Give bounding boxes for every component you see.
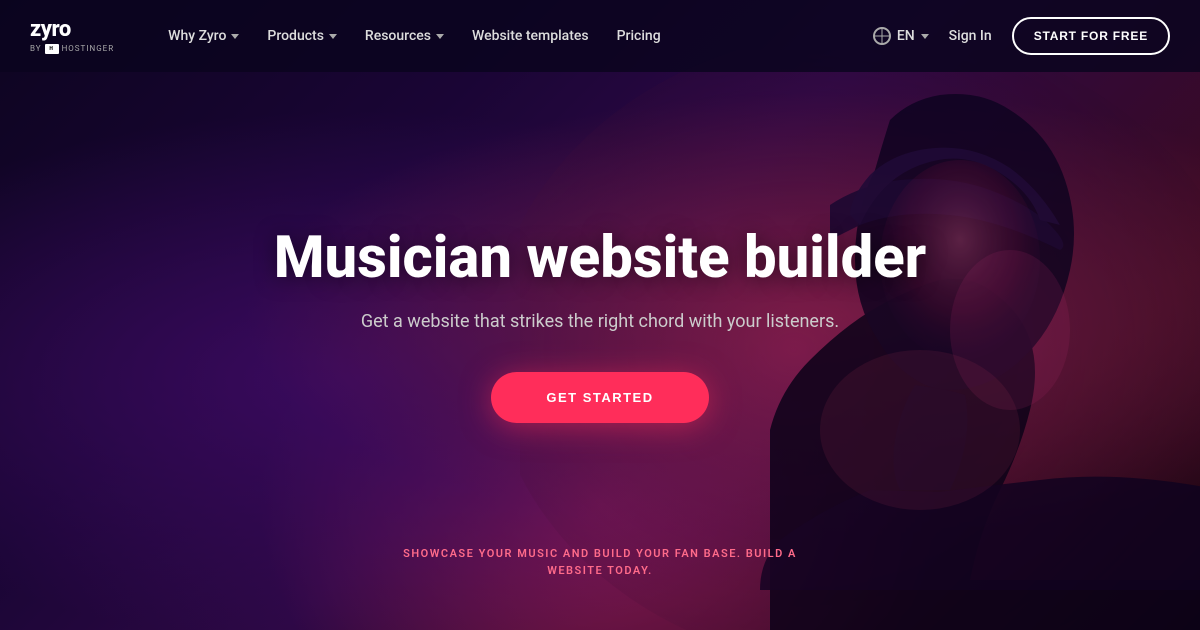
chevron-down-icon <box>436 34 444 39</box>
nav-item-why-zyro[interactable]: Why Zyro <box>154 20 253 52</box>
chevron-down-icon <box>921 34 929 39</box>
hero-content: Musician website builder Get a website t… <box>274 207 927 423</box>
get-started-button[interactable]: GET STARTED <box>491 372 708 423</box>
logo-text: zyro <box>30 19 114 41</box>
chevron-down-icon <box>231 34 239 39</box>
globe-icon <box>873 27 891 45</box>
hero-footer-tagline: SHOWCASE YOUR MUSIC AND BUILD YOUR FAN B… <box>403 545 797 580</box>
sign-in-button[interactable]: Sign In <box>945 20 996 52</box>
navbar: zyro BY H HOSTINGER Why Zyro Products Re… <box>0 0 1200 72</box>
start-for-free-button[interactable]: START FOR FREE <box>1012 17 1170 55</box>
hostinger-icon: H <box>45 44 59 54</box>
chevron-down-icon <box>329 34 337 39</box>
language-selector[interactable]: EN <box>873 27 929 45</box>
hero-section: zyro BY H HOSTINGER Why Zyro Products Re… <box>0 0 1200 630</box>
nav-right: EN Sign In START FOR FREE <box>873 17 1170 55</box>
logo-sub: BY H HOSTINGER <box>30 44 114 54</box>
nav-links: Why Zyro Products Resources Website temp… <box>154 20 873 52</box>
logo[interactable]: zyro BY H HOSTINGER <box>30 19 114 54</box>
hero-subtitle: Get a website that strikes the right cho… <box>274 311 927 332</box>
nav-item-pricing[interactable]: Pricing <box>603 20 675 52</box>
hero-title: Musician website builder <box>274 227 927 291</box>
nav-item-resources[interactable]: Resources <box>351 20 458 52</box>
nav-item-products[interactable]: Products <box>253 20 351 52</box>
nav-item-website-templates[interactable]: Website templates <box>458 20 603 52</box>
